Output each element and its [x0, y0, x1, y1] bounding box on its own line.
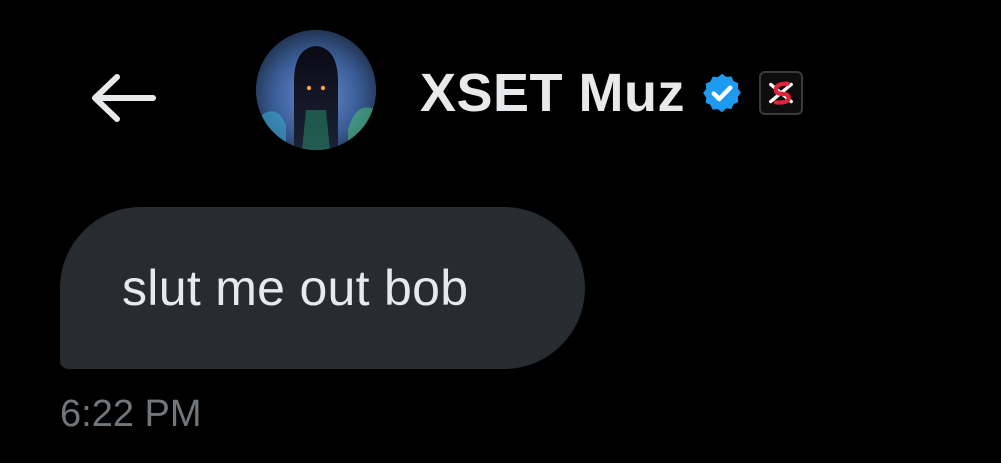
message-text: slut me out bob — [122, 260, 469, 316]
avatar-image — [256, 30, 376, 150]
back-button[interactable] — [80, 60, 164, 136]
verified-badge-icon[interactable] — [699, 70, 745, 116]
affiliate-badge[interactable] — [759, 71, 804, 115]
avatar[interactable] — [256, 30, 376, 150]
display-name[interactable]: XSET Muz — [420, 66, 685, 120]
conversation-header: XSET Muz — [0, 0, 1001, 185]
xset-logo-icon — [769, 81, 793, 105]
name-row: XSET Muz — [420, 58, 804, 128]
arrow-left-icon — [92, 74, 156, 122]
message-timestamp: 6:22 PM — [60, 393, 202, 435]
message-bubble[interactable]: slut me out bob — [60, 207, 585, 369]
